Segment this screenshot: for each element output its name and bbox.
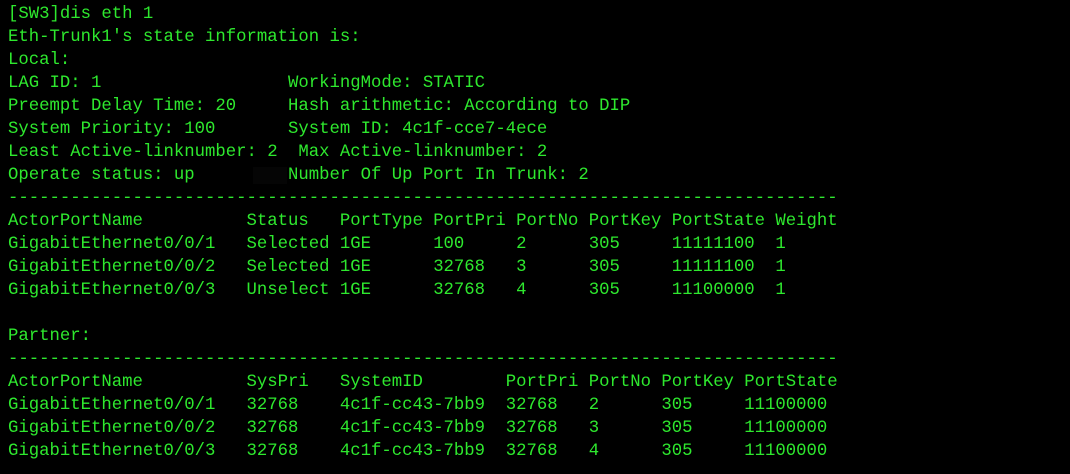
- partner-heading: Partner:: [8, 327, 91, 346]
- separator-line: ----------------------------------------…: [8, 189, 838, 208]
- active-linknumber-line: Least Active-linknumber: 2 Max Active-li…: [8, 143, 548, 162]
- preempt-delay-line: Preempt Delay Time: 20 Hash arithmetic: …: [8, 97, 631, 116]
- system-priority-line: System Priority: 100 System ID: 4c1f-cce…: [8, 120, 548, 139]
- partner-table-row: GigabitEthernet0/0/2 32768 4c1f-cc43-7bb…: [8, 419, 828, 438]
- separator-line: ----------------------------------------…: [8, 350, 838, 369]
- lag-id-line: LAG ID: 1 WorkingMode: STATIC: [8, 74, 486, 93]
- operate-status-line: Operate status: up Number Of Up Port In …: [8, 166, 589, 185]
- terminal-window[interactable]: [SW3]dis eth 1 Eth-Trunk1's state inform…: [0, 0, 1070, 474]
- local-table-row: GigabitEthernet0/0/3 Unselect 1GE 32768 …: [8, 281, 786, 300]
- local-table-row: GigabitEthernet0/0/1 Selected 1GE 100 2 …: [8, 235, 786, 254]
- command-line: [SW3]dis eth 1: [8, 5, 154, 24]
- partner-table-header: ActorPortName SysPri SystemID PortPri Po…: [8, 373, 838, 392]
- local-heading: Local:: [8, 51, 71, 70]
- local-table-header: ActorPortName Status PortType PortPri Po…: [8, 212, 838, 231]
- partner-table-row: GigabitEthernet0/0/1 32768 4c1f-cc43-7bb…: [8, 396, 828, 415]
- local-table-row: GigabitEthernet0/0/2 Selected 1GE 32768 …: [8, 258, 786, 277]
- partner-table-row: GigabitEthernet0/0/3 32768 4c1f-cc43-7bb…: [8, 442, 828, 461]
- state-info-heading: Eth-Trunk1's state information is:: [8, 28, 361, 47]
